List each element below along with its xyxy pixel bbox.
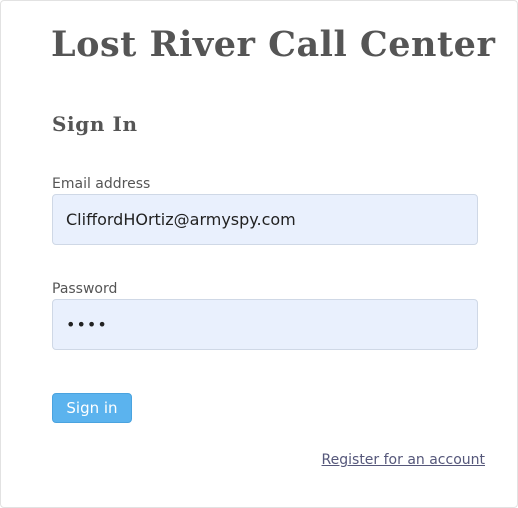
password-field[interactable] <box>52 299 478 350</box>
register-link[interactable]: Register for an account <box>322 451 485 469</box>
sign-in-button[interactable]: Sign in <box>52 393 132 423</box>
email-field[interactable] <box>52 194 478 245</box>
page-title: Lost River Call Center <box>51 24 496 65</box>
password-label: Password <box>52 281 118 297</box>
section-title: Sign In <box>52 112 138 136</box>
email-label: Email address <box>52 176 151 192</box>
login-panel: Lost River Call Center Sign In Email add… <box>0 0 518 508</box>
